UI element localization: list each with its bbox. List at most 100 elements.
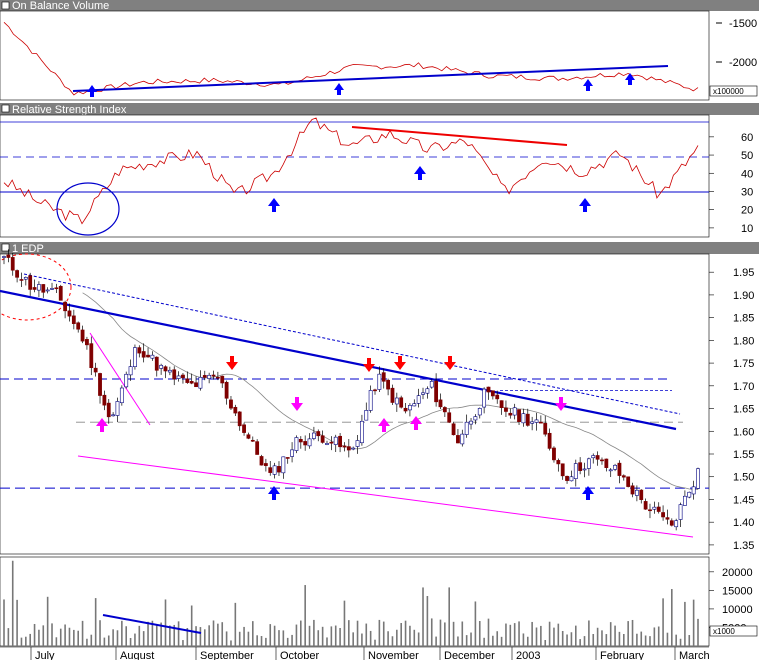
price-candle-body: [281, 456, 286, 474]
price-candle-body: [578, 462, 583, 471]
price-candle-body: [346, 446, 351, 451]
price-candle-body: [303, 441, 308, 446]
price-candle-body: [403, 407, 408, 412]
price-candle-body: [37, 284, 41, 291]
price-candle-body: [613, 464, 617, 470]
price-candle-body: [85, 339, 89, 346]
price-candle-body: [460, 433, 465, 445]
price-candle-body: [573, 463, 578, 479]
price-candle-body: [233, 406, 238, 414]
price-candle-body: [591, 455, 596, 459]
price-candle-body: [50, 288, 54, 290]
price-candle-body: [124, 373, 129, 388]
price-candle-body: [194, 382, 198, 388]
price-candle-body: [665, 517, 670, 520]
price-candle-body: [71, 315, 76, 324]
price-tick-label: 1.70: [733, 381, 754, 393]
price-panel: 1 EDP 1.95 1.90 1.85 1.80 1.75 1.70 1.65 1.60 1.…: [0, 242, 759, 555]
obv-multiplier: x100000: [713, 87, 744, 96]
price-candle-body: [259, 456, 264, 466]
rsi-tick-label: 50: [741, 150, 753, 162]
obv-panel-icon: [1, 1, 10, 10]
month-label: 2003: [516, 650, 540, 660]
price-tick-label: 1.90: [733, 290, 754, 302]
month-label: March: [679, 650, 710, 660]
price-candle-body: [150, 354, 155, 359]
price-candle-body: [316, 431, 321, 437]
price-candle-body: [176, 375, 181, 379]
price-candle-body: [76, 322, 81, 330]
price-candle-body: [661, 512, 665, 518]
price-candle-body: [250, 439, 255, 442]
price-candle-body: [263, 463, 268, 466]
price-candle-body: [486, 386, 491, 393]
price-candle-body: [202, 375, 207, 378]
price-candle-body: [351, 447, 356, 450]
price-candle-body: [6, 254, 11, 258]
price-candle-body: [600, 459, 604, 462]
price-candle-body: [499, 400, 504, 408]
price-candle-body: [464, 421, 469, 435]
price-tick-label: 1.85: [733, 313, 754, 325]
price-candle-body: [342, 445, 347, 448]
price-candle-body: [172, 369, 177, 380]
volume-tick-label: 10000: [722, 604, 753, 616]
obv-plot-area: [0, 10, 710, 101]
month-label: September: [200, 650, 254, 660]
volume-tick-label: 15000: [722, 585, 753, 597]
price-panel-icon: [1, 243, 10, 252]
price-candle-body: [416, 395, 421, 404]
price-candle-body: [360, 420, 364, 444]
price-candle-body: [277, 466, 281, 473]
obv-tick-label: -2000: [729, 57, 757, 69]
price-candle-body: [133, 347, 137, 368]
price-candle-body: [207, 374, 212, 379]
volume-multiplier: x1000: [713, 627, 735, 636]
volume-panel: 2000015000100005000 x1000: [0, 556, 758, 647]
price-candle-body: [595, 455, 600, 460]
price-candle-body: [246, 434, 251, 439]
price-candle-body: [19, 279, 24, 281]
month-label: July: [35, 650, 55, 660]
price-candle-body: [504, 407, 508, 412]
volume-tick-label: 20000: [722, 567, 753, 579]
price-candle-body: [355, 440, 360, 447]
price-title-bar[interactable]: [0, 242, 759, 254]
price-candle-body: [456, 435, 460, 444]
price-candle-body: [490, 390, 495, 397]
price-candle-body: [80, 329, 85, 342]
price-tick-label: 1.60: [733, 426, 754, 438]
rsi-tick-label: 10: [741, 223, 753, 235]
price-candle-body: [111, 414, 116, 417]
month-label: November: [368, 650, 419, 660]
price-tick-label: 1.65: [733, 404, 754, 416]
rsi-panel: Relative Strength Index 60 50 40 30 20 10: [0, 103, 759, 238]
price-candle-body: [255, 441, 260, 455]
month-label: October: [280, 650, 319, 660]
price-candle-body: [93, 367, 98, 373]
price-candle-body: [106, 402, 111, 418]
price-candle-body: [290, 449, 294, 457]
price-tick-label: 1.55: [733, 449, 754, 461]
price-tick-label: 1.35: [733, 540, 754, 552]
rsi-tick-label: 40: [741, 168, 753, 180]
price-candle-body: [678, 504, 683, 520]
price-tick-label: 1.95: [733, 267, 754, 279]
price-candle-body: [320, 435, 325, 443]
price-candle-body: [163, 366, 168, 372]
price-candle-body: [189, 381, 194, 384]
rsi-plot-area: [0, 114, 710, 238]
price-candle-body: [495, 394, 500, 400]
price-candle-body: [691, 486, 696, 495]
obv-title-bar[interactable]: [0, 0, 759, 11]
price-candle-body: [98, 373, 102, 396]
price-candle-body: [552, 447, 556, 461]
price-candle-body: [617, 462, 622, 476]
price-candle-body: [220, 375, 225, 384]
price-candle-body: [15, 270, 19, 278]
price-candle-body: [608, 469, 613, 472]
price-candle-body: [696, 468, 700, 489]
price-candle-body: [412, 403, 417, 407]
month-label: August: [120, 650, 154, 660]
price-tick-label: 1.75: [733, 358, 754, 370]
